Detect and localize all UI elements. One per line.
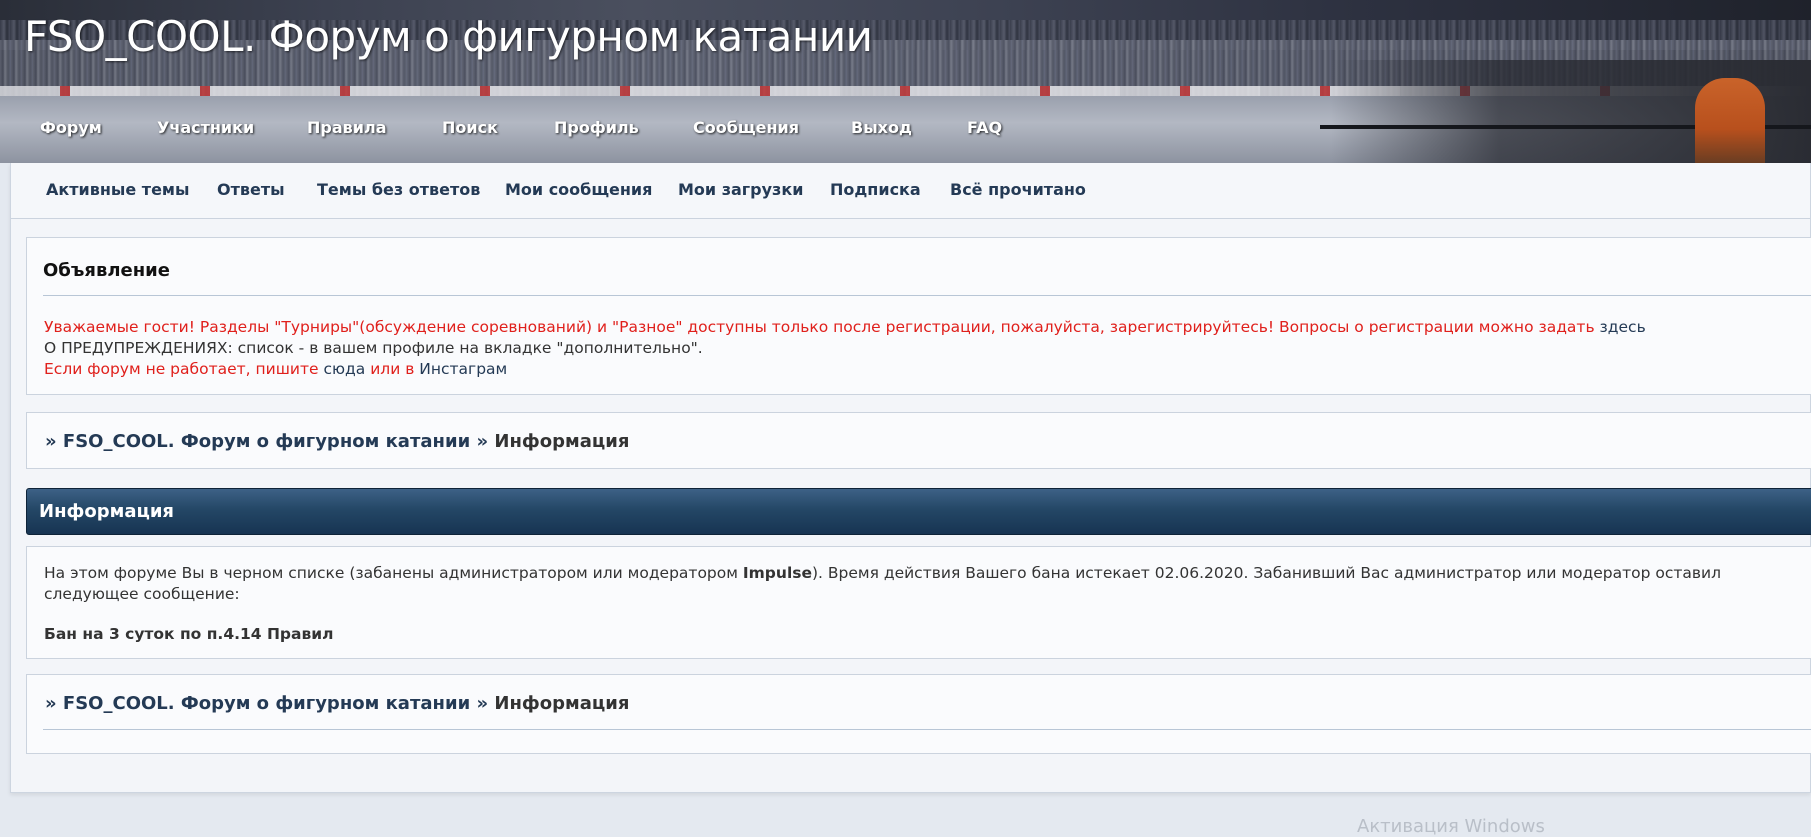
breadcrumb-top: » FSO_COOL. Форум о фигурном катании » И… <box>26 412 1811 469</box>
announcement-line-3b: или в <box>370 360 415 378</box>
ban-reason: Бан на 3 суток по п.4.14 Правил <box>44 625 334 643</box>
subnav-my-posts[interactable]: Мои сообщения <box>505 180 652 199</box>
breadcrumb: » FSO_COOL. Форум о фигурном катании » И… <box>45 693 629 714</box>
announcement-here-link[interactable]: здесь <box>1600 318 1646 336</box>
info-message-box: На этом форуме Вы в черном списке (забан… <box>26 546 1811 659</box>
announcement-line-2: О ПРЕДУПРЕЖДЕНИЯХ: список - в вашем проф… <box>44 339 703 357</box>
announcement-line-1: Уважаемые гости! Разделы "Турниры"(обсуж… <box>44 318 1595 336</box>
ban-moderator-name: Impulse <box>742 564 812 582</box>
breadcrumb-bottom: » FSO_COOL. Форум о фигурном катании » И… <box>26 674 1811 754</box>
breadcrumb-current: Информация <box>494 431 630 452</box>
ban-message: На этом форуме Вы в черном списке (забан… <box>44 563 1791 605</box>
nav-search[interactable]: Поиск <box>442 112 498 143</box>
announcement-title: Объявление <box>43 260 170 281</box>
announcement-text: Уважаемые гости! Разделы "Турниры"(обсуж… <box>44 317 1646 380</box>
divider <box>43 729 1811 730</box>
subnav-replies[interactable]: Ответы <box>217 180 285 199</box>
header-background-person <box>1695 78 1765 163</box>
nav-messages[interactable]: Сообщения <box>693 112 799 143</box>
announcement-line-3a: Если форум не работает, пишите <box>44 360 319 378</box>
sub-nav: Активные темы Ответы Темы без ответов Мо… <box>11 163 1810 219</box>
nav-faq[interactable]: FAQ <box>967 112 1002 143</box>
subnav-my-uploads[interactable]: Мои загрузки <box>678 180 803 199</box>
breadcrumb-current: Информация <box>494 693 630 714</box>
subnav-subscriptions[interactable]: Подписка <box>830 180 921 199</box>
nav-rules[interactable]: Правила <box>307 112 387 143</box>
announcement-instagram-link[interactable]: Инстаграм <box>419 360 507 378</box>
breadcrumb-separator: » <box>45 693 57 714</box>
info-header-bar: Информация <box>26 488 1811 535</box>
breadcrumb-separator: » <box>476 693 489 714</box>
breadcrumb-separator: » <box>476 431 489 452</box>
subnav-active-topics[interactable]: Активные темы <box>46 180 189 199</box>
breadcrumb-home-link[interactable]: FSO_COOL. Форум о фигурном катании <box>63 431 470 452</box>
subnav-unanswered[interactable]: Темы без ответов <box>317 180 480 199</box>
nav-profile[interactable]: Профиль <box>554 112 639 143</box>
subnav-mark-all-read[interactable]: Всё прочитано <box>950 180 1086 199</box>
divider <box>43 295 1811 296</box>
site-header: FSO_COOL. Форум о фигурном катании Форум… <box>0 0 1811 163</box>
breadcrumb: » FSO_COOL. Форум о фигурном катании » И… <box>45 431 629 452</box>
site-title[interactable]: FSO_COOL. Форум о фигурном катании <box>24 12 873 61</box>
ban-message-before: На этом форуме Вы в черном списке (забан… <box>44 564 743 582</box>
breadcrumb-home-link[interactable]: FSO_COOL. Форум о фигурном катании <box>63 693 470 714</box>
breadcrumb-separator: » <box>45 431 57 452</box>
info-header-title: Информация <box>39 501 174 522</box>
nav-logout[interactable]: Выход <box>851 112 912 143</box>
nav-forum[interactable]: Форум <box>40 112 102 143</box>
announcement-box: Объявление Уважаемые гости! Разделы "Тур… <box>26 237 1811 395</box>
page-container: Активные темы Ответы Темы без ответов Мо… <box>10 163 1811 793</box>
announcement-contact-link[interactable]: сюда <box>323 360 365 378</box>
windows-activation-watermark: Активация Windows <box>1357 816 1545 837</box>
nav-members[interactable]: Участники <box>157 112 254 143</box>
